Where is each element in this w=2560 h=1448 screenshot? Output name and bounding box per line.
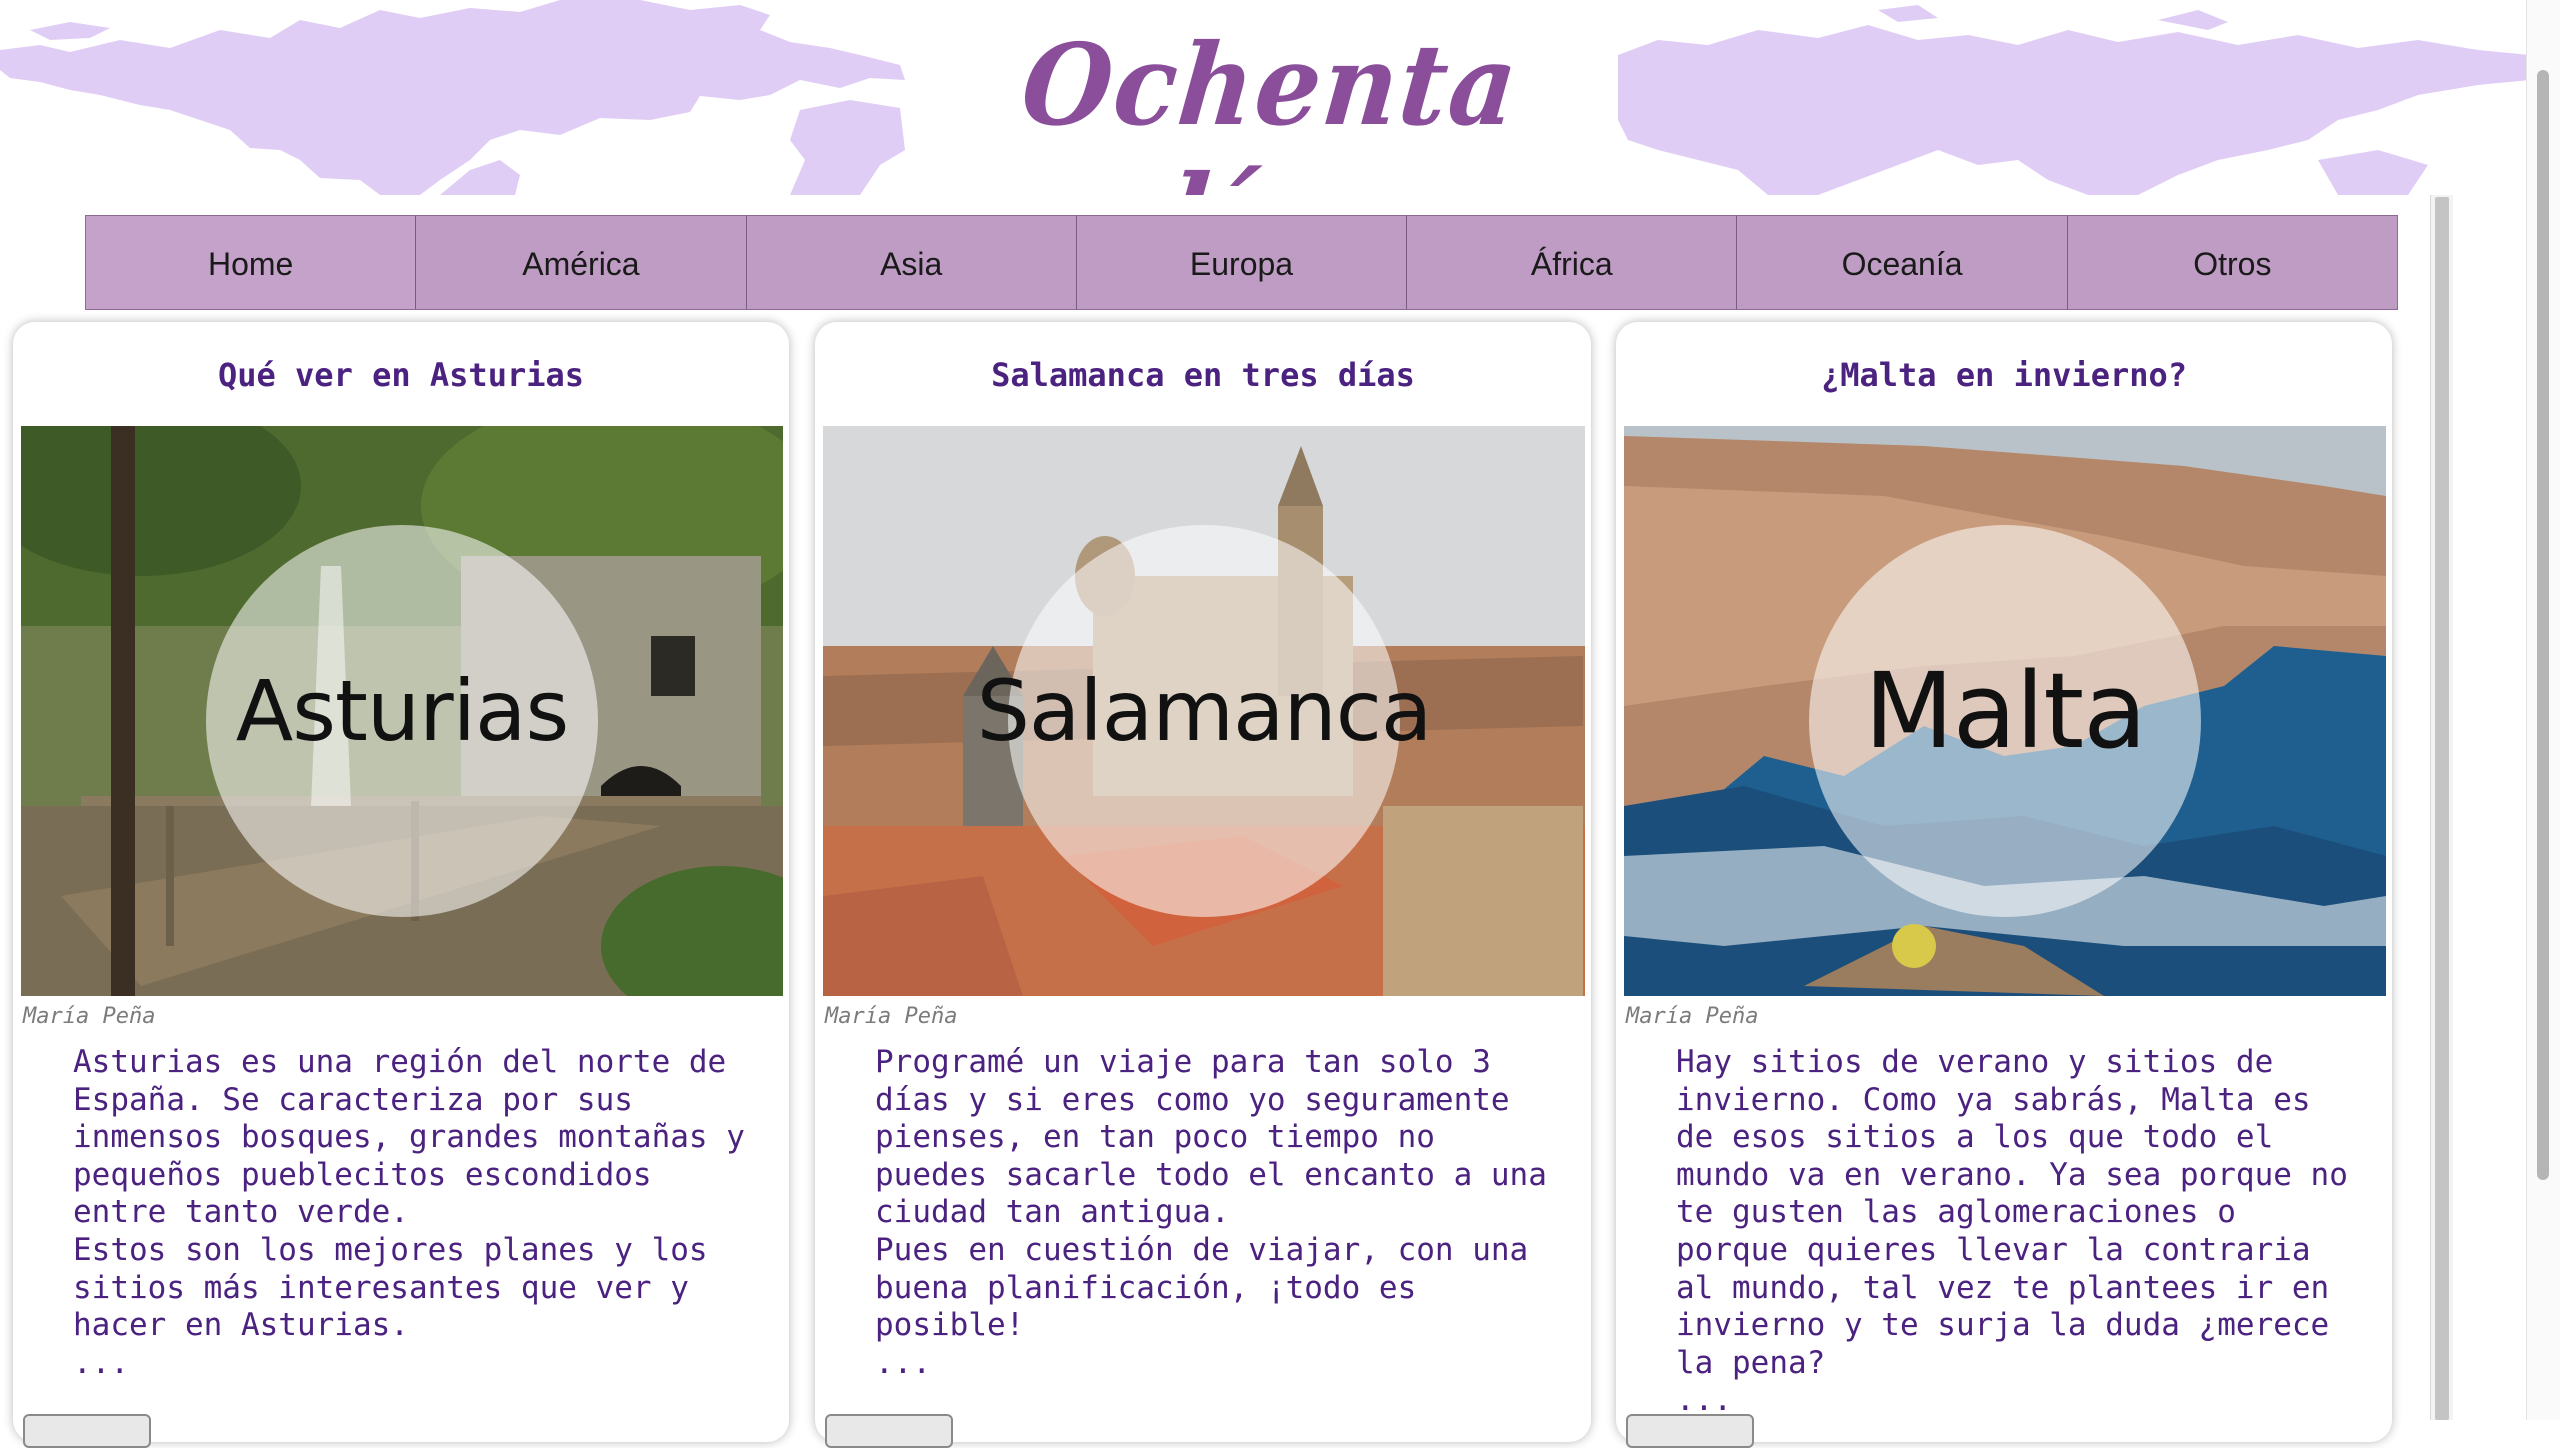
world-map-left-decoration bbox=[0, 0, 905, 195]
post-card-asturias[interactable]: Qué ver en Asturias Asturias María Peña … bbox=[13, 322, 789, 1448]
post-excerpt: Hay sitios de verano y sitios de inviern… bbox=[1676, 1044, 2348, 1419]
nav-item-oceania[interactable]: Oceanía bbox=[1737, 216, 2068, 309]
content-scrollbar-thumb[interactable] bbox=[2435, 197, 2449, 1420]
read-more-button[interactable] bbox=[23, 1414, 151, 1448]
content-scrollbar[interactable] bbox=[2430, 195, 2453, 1420]
site-header: Ochenta días bbox=[0, 0, 2530, 195]
world-map-right-decoration bbox=[1618, 5, 2530, 195]
post-image-salamanca[interactable]: Salamanca bbox=[823, 426, 1585, 996]
post-image-malta[interactable]: Malta bbox=[1624, 426, 2386, 996]
post-title[interactable]: Qué ver en Asturias bbox=[13, 356, 789, 394]
post-card-salamanca[interactable]: Salamanca en tres días Salamanca María P… bbox=[815, 322, 1591, 1448]
post-excerpt: Programé un viaje para tan solo 3 días y… bbox=[875, 1044, 1547, 1381]
nav-item-africa[interactable]: África bbox=[1407, 216, 1738, 309]
read-more-button[interactable] bbox=[1626, 1414, 1754, 1448]
post-card-malta[interactable]: ¿Malta en invierno? Malta María Peña Hay… bbox=[1616, 322, 2392, 1448]
nav-item-america[interactable]: América bbox=[416, 216, 747, 309]
post-excerpt: Asturias es una región del norte de Espa… bbox=[73, 1044, 745, 1381]
photo-credit: María Peña bbox=[23, 1004, 156, 1029]
page-scrollbar[interactable] bbox=[2526, 0, 2560, 1420]
post-image-asturias[interactable]: Asturias bbox=[21, 426, 783, 996]
nav-item-home[interactable]: Home bbox=[86, 216, 417, 309]
site-title[interactable]: Ochenta días bbox=[926, 20, 1603, 195]
nav-item-asia[interactable]: Asia bbox=[747, 216, 1077, 309]
page-scrollbar-thumb[interactable] bbox=[2537, 70, 2549, 1180]
main-nav: Home América Asia Europa África Oceanía … bbox=[85, 215, 2398, 310]
post-title[interactable]: ¿Malta en invierno? bbox=[1616, 356, 2392, 394]
photo-credit: María Peña bbox=[1626, 1004, 1759, 1029]
nav-item-europa[interactable]: Europa bbox=[1077, 216, 1408, 309]
nav-item-otros[interactable]: Otros bbox=[2068, 216, 2397, 309]
read-more-button[interactable] bbox=[825, 1414, 953, 1448]
photo-credit: María Peña bbox=[825, 1004, 958, 1029]
post-title[interactable]: Salamanca en tres días bbox=[815, 356, 1591, 394]
